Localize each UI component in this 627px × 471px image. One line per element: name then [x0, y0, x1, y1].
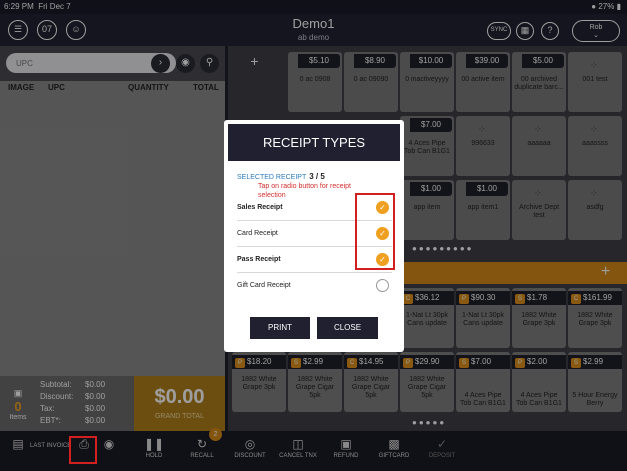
highlight-print-button — [69, 436, 97, 464]
selected-receipt-count: 3 / 5 — [309, 172, 325, 181]
pos-app: 6:29 PM Fri Dec 7 ● 27% ▮ ☰ 07 ☺ Demo1 a… — [0, 0, 627, 471]
receipt-option-label: Card Receipt — [237, 230, 278, 237]
receipt-option-label: Gift Card Receipt — [237, 282, 291, 289]
dialog-title: RECEIPT TYPES — [228, 124, 400, 161]
radio-unchecked-icon[interactable] — [376, 279, 389, 292]
close-button[interactable]: CLOSE — [317, 317, 378, 339]
print-button[interactable]: PRINT — [250, 317, 310, 339]
receipt-option-label: Pass Receipt — [237, 256, 281, 263]
highlight-radio-group — [355, 193, 395, 270]
selected-receipt-row: SELECTED RECEIPT 3 / 5 — [237, 172, 325, 181]
receipt-option-giftcard[interactable]: Gift Card Receipt — [237, 273, 392, 299]
selected-receipt-label: SELECTED RECEIPT — [237, 174, 307, 181]
receipt-option-label: Sales Receipt — [237, 204, 283, 211]
